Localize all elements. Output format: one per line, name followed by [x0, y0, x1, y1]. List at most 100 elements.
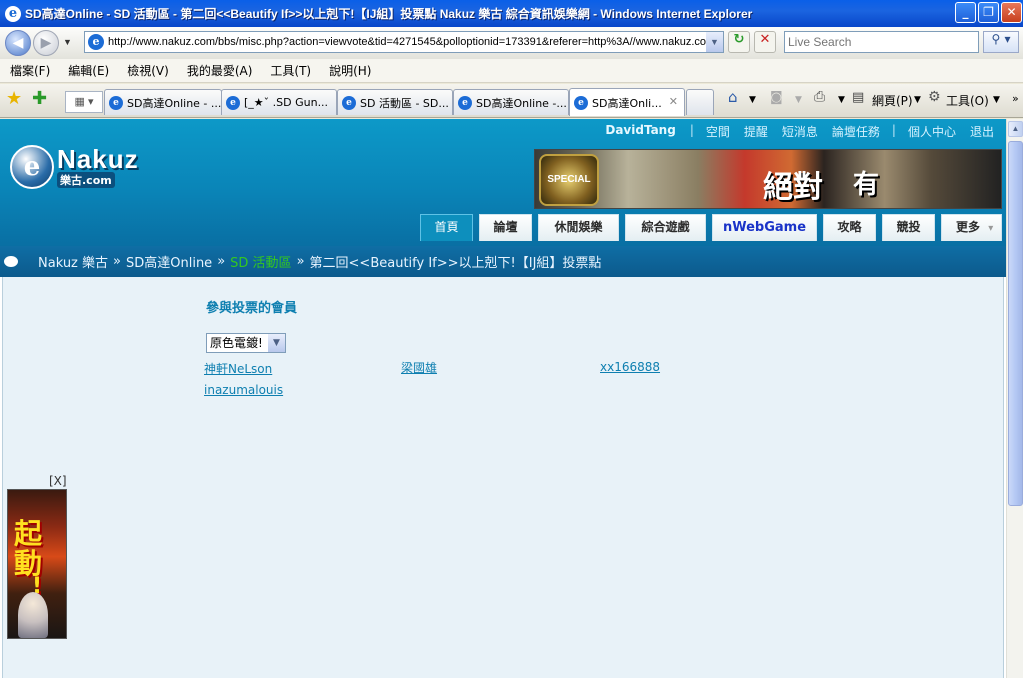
search-button[interactable]: ⚲ ▾	[983, 31, 1019, 53]
breadcrumb-link[interactable]: Nakuz 樂古	[38, 252, 108, 271]
logo-text: Nakuz	[57, 144, 139, 174]
add-favorite-icon[interactable]: ✚	[32, 88, 47, 109]
separator: |	[689, 123, 694, 137]
refresh-button[interactable]: ↻	[728, 31, 750, 53]
tools-menu-button[interactable]: 工具(O)	[946, 92, 989, 109]
gear-icon: ⚙	[928, 89, 941, 105]
main-nav: 首頁 論壇 休閒娛樂 綜合遊戲 nWebGame 攻略 競投 更多 ▾	[0, 214, 1006, 241]
nav-games[interactable]: 綜合遊戲	[625, 214, 706, 241]
link-messages[interactable]: 短消息	[782, 123, 818, 140]
side-ad-banner[interactable]: 起 動 !	[7, 489, 67, 639]
logo-subtext: 樂古.com	[57, 172, 115, 188]
nav-forum[interactable]: 論壇	[479, 214, 532, 241]
home-dropdown-icon[interactable]: ▼	[749, 95, 756, 105]
breadcrumb-link[interactable]: SD 活動區	[230, 252, 291, 271]
breadcrumb-link[interactable]: SD高達Online	[126, 252, 212, 271]
menu-tools[interactable]: 工具(T)	[270, 62, 311, 79]
feeds-icon[interactable]: ◙	[770, 90, 783, 105]
vertical-scrollbar[interactable]: ▲	[1006, 119, 1023, 678]
chevron-right-icon[interactable]: »	[1012, 92, 1019, 105]
breadcrumb-current: 第二回<<Beautify If>>以上剋下!【IJ組】投票點	[309, 256, 602, 271]
browser-tab[interactable]: e [_★ˇ .SD Gun...	[221, 89, 337, 115]
nav-more[interactable]: 更多 ▾	[941, 214, 1002, 241]
close-window-button[interactable]: ✕	[1001, 2, 1022, 23]
menu-edit[interactable]: 編輯(E)	[68, 62, 109, 79]
page-favicon-icon: e	[88, 34, 104, 50]
page-menu-dropdown-icon[interactable]: ▼	[914, 95, 921, 105]
user-top-links: DavidTang | 空間 提醒 短消息 論壇任務 | 個人中心 退出	[605, 123, 994, 140]
menu-file[interactable]: 檔案(F)	[10, 62, 50, 79]
address-url[interactable]: http://www.nakuz.com/bbs/misc.php?action…	[108, 36, 708, 48]
voter-link[interactable]: inazumalouis	[204, 383, 283, 397]
nav-guides[interactable]: 攻略	[823, 214, 876, 241]
speech-bubble-icon	[4, 256, 18, 267]
ie-logo-icon: e	[5, 5, 21, 22]
vote-option-select[interactable]: 原色電鍍! ▼	[206, 333, 286, 353]
history-dropdown-icon[interactable]: ▼	[63, 37, 72, 47]
breadcrumb-separator: »	[217, 254, 226, 269]
stop-button[interactable]: ✕	[754, 31, 776, 53]
voter-link[interactable]: 神軒NeLson	[204, 360, 272, 377]
forward-button[interactable]: ▶	[33, 30, 59, 56]
browser-tab[interactable]: e SD高達Online - ...	[104, 89, 222, 115]
address-bar[interactable]: e http://www.nakuz.com/bbs/misc.php?acti…	[84, 31, 724, 53]
browser-tab-active[interactable]: e SD高達Onli... ✕	[569, 88, 685, 116]
nav-webgame[interactable]: nWebGame	[712, 214, 817, 241]
tools-menu-dropdown-icon[interactable]: ▼	[993, 95, 1000, 105]
banner-text-2: 有	[853, 170, 880, 200]
separator: |	[891, 123, 896, 137]
quick-tabs-button[interactable]: ▦ ▾	[65, 91, 103, 113]
print-dropdown-icon[interactable]: ▼	[838, 95, 845, 105]
voter-link[interactable]: 梁國雄	[401, 359, 437, 376]
tab-favicon-icon: e	[342, 95, 356, 110]
minimize-button[interactable]: _	[955, 2, 976, 23]
back-button[interactable]: ◀	[5, 30, 31, 56]
ad-character-image	[18, 592, 48, 638]
vote-content: 參與投票的會員 原色電鍍! ▼ 神軒NeLson 梁國雄 xx166888 in…	[2, 277, 1004, 678]
link-logout[interactable]: 退出	[970, 123, 994, 140]
new-tab-button[interactable]	[686, 89, 714, 115]
page-icon: ▤	[852, 90, 865, 105]
section-title: 參與投票的會員	[206, 301, 298, 316]
username-link[interactable]: DavidTang	[605, 123, 675, 140]
feeds-dropdown-icon[interactable]: ▼	[795, 95, 802, 105]
voter-link[interactable]: xx166888	[600, 360, 660, 374]
address-toolbar: ◀ ▶ ▼ e http://www.nakuz.com/bbs/misc.ph…	[0, 27, 1023, 59]
link-reminders[interactable]: 提醒	[744, 123, 768, 140]
link-space[interactable]: 空間	[706, 123, 730, 140]
tab-bar: ★ ✚ ▦ ▾ e SD高達Online - ... e [_★ˇ .SD Gu…	[0, 84, 1023, 118]
tab-favicon-icon: e	[226, 95, 240, 110]
link-user-center[interactable]: 個人中心	[908, 123, 956, 140]
nav-leisure[interactable]: 休閒娛樂	[538, 214, 619, 241]
browser-tab[interactable]: e SD高達Online -...	[453, 89, 569, 115]
tab-favicon-icon: e	[458, 95, 472, 110]
print-icon[interactable]: ⎙	[814, 89, 825, 105]
site-logo[interactable]: e Nakuz 樂古.com	[10, 145, 139, 189]
vote-option-value: 原色電鍍!	[210, 336, 263, 350]
search-input[interactable]	[788, 33, 978, 51]
chevron-down-icon: ▼	[268, 334, 285, 352]
tab-label: [_★ˇ .SD Gun...	[244, 96, 329, 109]
link-forum-tasks[interactable]: 論壇任務	[832, 123, 880, 140]
scrollbar-thumb[interactable]	[1008, 141, 1023, 506]
home-icon[interactable]: ⌂	[728, 88, 738, 106]
chevron-down-icon: ▾	[988, 223, 994, 234]
menu-help[interactable]: 說明(H)	[329, 62, 371, 79]
header-ad-banner[interactable]: SPECIAL FORCE 絕對 有	[534, 149, 1002, 209]
menu-favorites[interactable]: 我的最愛(A)	[187, 62, 253, 79]
nav-bidding[interactable]: 競投	[882, 214, 935, 241]
menu-view[interactable]: 檢視(V)	[127, 62, 169, 79]
scroll-up-arrow-icon[interactable]: ▲	[1008, 121, 1023, 137]
logo-emblem-icon: e	[10, 145, 54, 189]
address-dropdown-icon[interactable]: ▼	[706, 32, 723, 52]
close-ad-button[interactable]: [X]	[49, 474, 67, 488]
page-menu-button[interactable]: 網頁(P)	[872, 92, 913, 109]
nav-home[interactable]: 首頁	[420, 214, 473, 241]
site-header: DavidTang | 空間 提醒 短消息 論壇任務 | 個人中心 退出 e N…	[0, 119, 1006, 246]
favorites-star-icon[interactable]: ★	[6, 88, 22, 109]
maximize-button[interactable]: ❐	[978, 2, 999, 23]
browser-tab[interactable]: e SD 活動區 - SD...	[337, 89, 453, 115]
search-box[interactable]	[784, 31, 979, 53]
tab-close-icon[interactable]: ✕	[669, 95, 678, 108]
banner-badge: SPECIAL FORCE	[539, 154, 599, 206]
